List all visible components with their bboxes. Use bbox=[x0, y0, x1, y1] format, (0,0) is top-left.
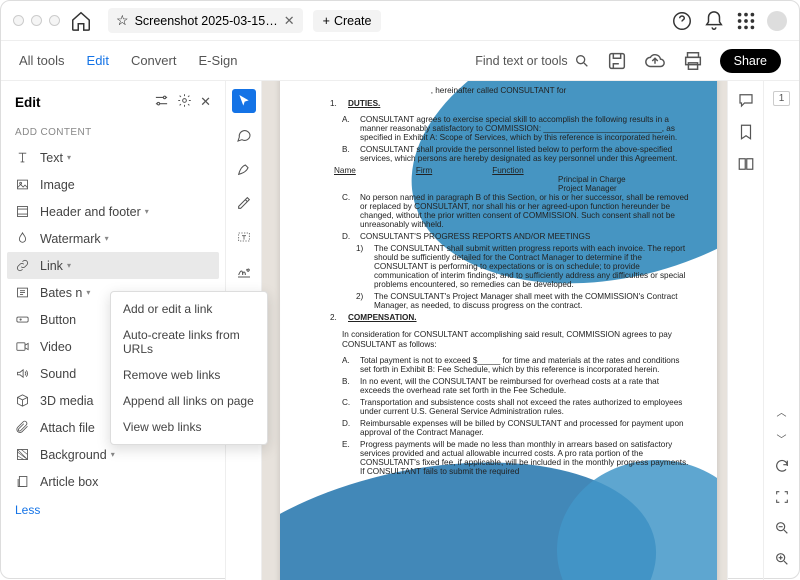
button-icon bbox=[15, 312, 30, 327]
image-icon bbox=[15, 177, 30, 192]
submenu-view-web-links[interactable]: View web links bbox=[111, 414, 267, 440]
sidebar-item-article-box[interactable]: Article box bbox=[1, 468, 225, 495]
zoom-out-icon[interactable] bbox=[774, 520, 790, 539]
sidebar-item-label: Attach file bbox=[40, 421, 95, 435]
fit-icon[interactable] bbox=[774, 489, 790, 508]
submenu-auto-create-links-from-urls[interactable]: Auto-create links from URLs bbox=[111, 322, 267, 362]
sliders-icon[interactable] bbox=[154, 93, 169, 111]
search-box[interactable]: Find text or tools bbox=[475, 53, 589, 69]
page-down-icon[interactable]: ﹀ bbox=[777, 431, 787, 446]
sidebar-item-label: 3D media bbox=[40, 394, 94, 408]
create-label: Create bbox=[334, 14, 372, 28]
video-icon bbox=[15, 339, 30, 354]
page-number-input[interactable]: 1 bbox=[773, 91, 791, 106]
save-icon[interactable] bbox=[606, 50, 628, 72]
watermark-icon bbox=[15, 231, 30, 246]
sidebar-item-label: Link bbox=[40, 259, 63, 273]
cloud-upload-icon[interactable] bbox=[644, 50, 666, 72]
sidebar-item-label: Sound bbox=[40, 367, 76, 381]
traffic-max[interactable] bbox=[49, 15, 60, 26]
right-rail-tools bbox=[727, 81, 763, 580]
rotate-icon[interactable] bbox=[774, 458, 790, 477]
search-icon bbox=[574, 53, 590, 69]
sidebar-item-image[interactable]: Image bbox=[1, 171, 225, 198]
zoom-in-icon[interactable] bbox=[774, 551, 790, 570]
window-controls[interactable] bbox=[13, 15, 60, 26]
pdf-page: , hereinafter called CONSULTANT for1.DUT… bbox=[280, 81, 717, 580]
submenu-append-all-links-on-page[interactable]: Append all links on page bbox=[111, 388, 267, 414]
right-rail-nav: 1 ︿ ﹀ bbox=[763, 81, 799, 580]
sidebar-item-label: Bates n bbox=[40, 286, 82, 300]
chevron-down-icon: ▾ bbox=[67, 261, 71, 270]
traffic-close[interactable] bbox=[13, 15, 24, 26]
chevron-down-icon: ▾ bbox=[145, 207, 149, 216]
menu-esign[interactable]: E-Sign bbox=[198, 53, 237, 68]
highlight-tool[interactable] bbox=[232, 191, 256, 215]
gear-icon[interactable] bbox=[177, 93, 192, 111]
comment-panel-icon[interactable] bbox=[737, 91, 755, 109]
sidebar-item-label: Watermark bbox=[40, 232, 101, 246]
search-placeholder: Find text or tools bbox=[475, 54, 567, 68]
submenu-add-or-edit-a-link[interactable]: Add or edit a link bbox=[111, 296, 267, 322]
menu-edit[interactable]: Edit bbox=[87, 53, 109, 68]
link-submenu: Add or edit a linkAuto-create links from… bbox=[110, 291, 268, 445]
submenu-remove-web-links[interactable]: Remove web links bbox=[111, 362, 267, 388]
plus-icon: + bbox=[323, 14, 330, 28]
arrow-tool[interactable] bbox=[232, 89, 256, 113]
print-icon[interactable] bbox=[682, 50, 704, 72]
textbox-tool[interactable] bbox=[232, 225, 256, 249]
3d-icon bbox=[15, 393, 30, 408]
sidebar-item-label: Background bbox=[40, 448, 107, 462]
chevron-down-icon: ▾ bbox=[111, 450, 115, 459]
menu-convert[interactable]: Convert bbox=[131, 53, 177, 68]
comment-tool[interactable] bbox=[232, 123, 256, 147]
apps-icon[interactable] bbox=[735, 10, 757, 32]
document-tab[interactable]: ☆ Screenshot 2025-03-15… ✕ bbox=[108, 8, 303, 33]
star-icon[interactable]: ☆ bbox=[116, 12, 129, 29]
panel-title: Edit bbox=[15, 95, 146, 110]
link-icon bbox=[15, 258, 30, 273]
chevron-down-icon: ▾ bbox=[86, 288, 90, 297]
text-icon bbox=[15, 150, 30, 165]
sidebar-item-label: Text bbox=[40, 151, 63, 165]
bates-icon bbox=[15, 285, 30, 300]
sidebar-item-watermark[interactable]: Watermark ▾ bbox=[1, 225, 225, 252]
sidebar-item-label: Video bbox=[40, 340, 72, 354]
menu-all-tools[interactable]: All tools bbox=[19, 53, 65, 68]
sidebar-item-background[interactable]: Background ▾ bbox=[1, 441, 225, 468]
share-button[interactable]: Share bbox=[720, 49, 781, 73]
tab-title: Screenshot 2025-03-15… bbox=[135, 14, 278, 28]
page-up-icon[interactable]: ︿ bbox=[777, 404, 787, 419]
sound-icon bbox=[15, 366, 30, 381]
sidebar-item-link[interactable]: Link ▾ bbox=[7, 252, 219, 279]
attach-icon bbox=[15, 420, 30, 435]
compare-icon[interactable] bbox=[737, 155, 755, 173]
close-panel-icon[interactable]: ✕ bbox=[200, 94, 211, 110]
avatar[interactable] bbox=[767, 11, 787, 31]
pen-tool[interactable] bbox=[232, 157, 256, 181]
create-tab[interactable]: + Create bbox=[313, 10, 382, 32]
sidebar-item-label: Article box bbox=[40, 475, 98, 489]
bell-icon[interactable] bbox=[703, 10, 725, 32]
add-content-label: ADD CONTENT bbox=[1, 121, 225, 144]
chevron-down-icon: ▾ bbox=[105, 234, 109, 243]
sidebar-item-label: Header and footer bbox=[40, 205, 141, 219]
sign-tool[interactable] bbox=[232, 259, 256, 283]
background-icon bbox=[15, 447, 30, 462]
less-toggle[interactable]: Less bbox=[1, 495, 225, 525]
sidebar-item-label: Button bbox=[40, 313, 76, 327]
traffic-min[interactable] bbox=[31, 15, 42, 26]
sidebar-item-text[interactable]: Text ▾ bbox=[1, 144, 225, 171]
close-tab-icon[interactable]: ✕ bbox=[284, 13, 295, 29]
sidebar-item-label: Image bbox=[40, 178, 75, 192]
bookmark-icon[interactable] bbox=[737, 123, 755, 141]
document-viewport[interactable]: , hereinafter called CONSULTANT for1.DUT… bbox=[262, 81, 727, 580]
help-icon[interactable] bbox=[671, 10, 693, 32]
chevron-down-icon: ▾ bbox=[67, 153, 71, 162]
header-footer-icon bbox=[15, 204, 30, 219]
sidebar-item-header-and-footer[interactable]: Header and footer ▾ bbox=[1, 198, 225, 225]
home-icon[interactable] bbox=[70, 10, 92, 32]
article-box-icon bbox=[15, 474, 30, 489]
